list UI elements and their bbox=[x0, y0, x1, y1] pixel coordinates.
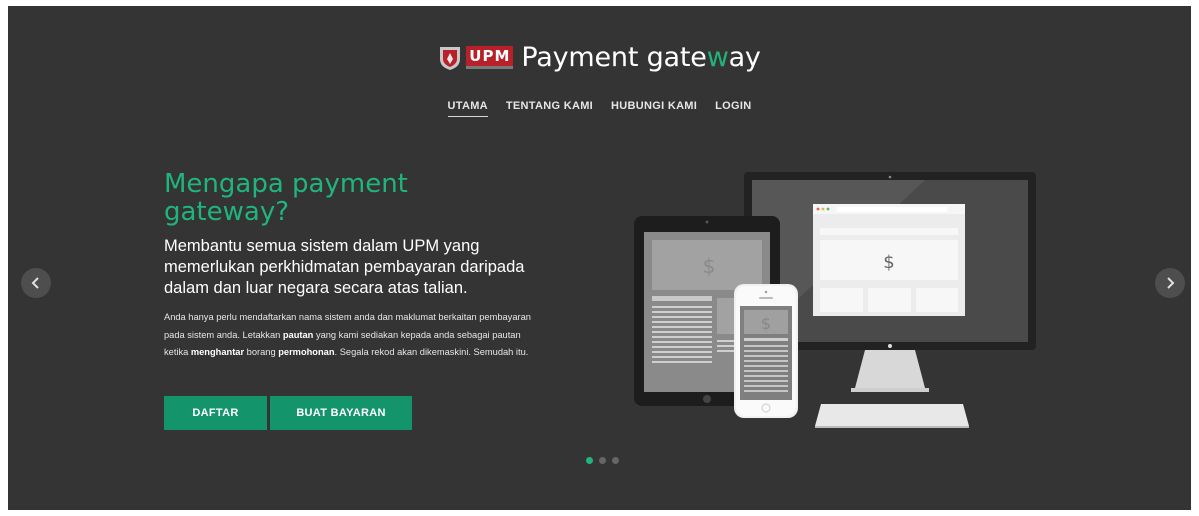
phone-dollar-icon: $ bbox=[761, 314, 771, 333]
carousel-dot-3[interactable] bbox=[612, 457, 619, 464]
tablet-dollar-icon: $ bbox=[703, 254, 716, 278]
hero-slider: UPM Payment gateway UTAMA TENTANG KAMI H… bbox=[8, 6, 1191, 510]
hero-body-text-4: . Segala rekod akan dikemaskini. Semudah… bbox=[334, 347, 529, 357]
devices-illustration: $ $ $ bbox=[634, 172, 1036, 428]
hero-body-text-3: borang bbox=[244, 347, 279, 357]
chevron-right-icon bbox=[1167, 277, 1175, 289]
hero-body-bold-3: permohonan bbox=[278, 347, 335, 357]
carousel-prev-button[interactable] bbox=[21, 268, 51, 298]
nav-item-login[interactable]: LOGIN bbox=[715, 100, 751, 117]
hero-body: Anda hanya perlu mendaftarkan nama siste… bbox=[164, 309, 534, 362]
site-title-start: Payment gate bbox=[521, 42, 707, 73]
chevron-left-icon bbox=[31, 277, 39, 289]
nav-item-hubungi-kami[interactable]: HUBUNGI KAMI bbox=[611, 100, 697, 117]
hero-body-bold-1: pautan bbox=[282, 329, 314, 340]
site-title-end: ay bbox=[728, 42, 761, 73]
hero-content: Mengapa payment gateway? Membantu semua … bbox=[164, 170, 534, 362]
site-title: Payment gateway bbox=[521, 42, 760, 73]
monitor-dollar-icon: $ bbox=[883, 252, 894, 273]
upm-logo-text: UPM bbox=[466, 46, 514, 69]
nav-item-tentang-kami[interactable]: TENTANG KAMI bbox=[506, 100, 593, 117]
main-nav: UTAMA TENTANG KAMI HUBUNGI KAMI LOGIN bbox=[8, 100, 1191, 117]
register-button[interactable]: DAFTAR bbox=[164, 396, 267, 430]
upm-crest-icon bbox=[440, 46, 461, 70]
nav-item-utama[interactable]: UTAMA bbox=[447, 100, 488, 117]
carousel-dot-1[interactable] bbox=[586, 457, 593, 464]
hero-heading: Mengapa payment gateway? bbox=[164, 169, 408, 227]
hero-body-bold-2: menghantar bbox=[190, 347, 245, 357]
upm-logo: UPM bbox=[438, 45, 514, 71]
carousel-dot-2[interactable] bbox=[599, 457, 606, 464]
make-payment-button[interactable]: BUAT BAYARAN bbox=[270, 396, 412, 430]
carousel-next-button[interactable] bbox=[1155, 268, 1185, 298]
site-title-accent: w bbox=[706, 42, 729, 73]
carousel-indicators bbox=[586, 457, 619, 464]
hero-actions: DAFTAR BUAT BAYARAN bbox=[164, 396, 412, 430]
hero-subheading: Membantu semua sistem dalam UPM yang mem… bbox=[164, 237, 525, 297]
site-brand[interactable]: UPM Payment gateway bbox=[8, 42, 1191, 73]
